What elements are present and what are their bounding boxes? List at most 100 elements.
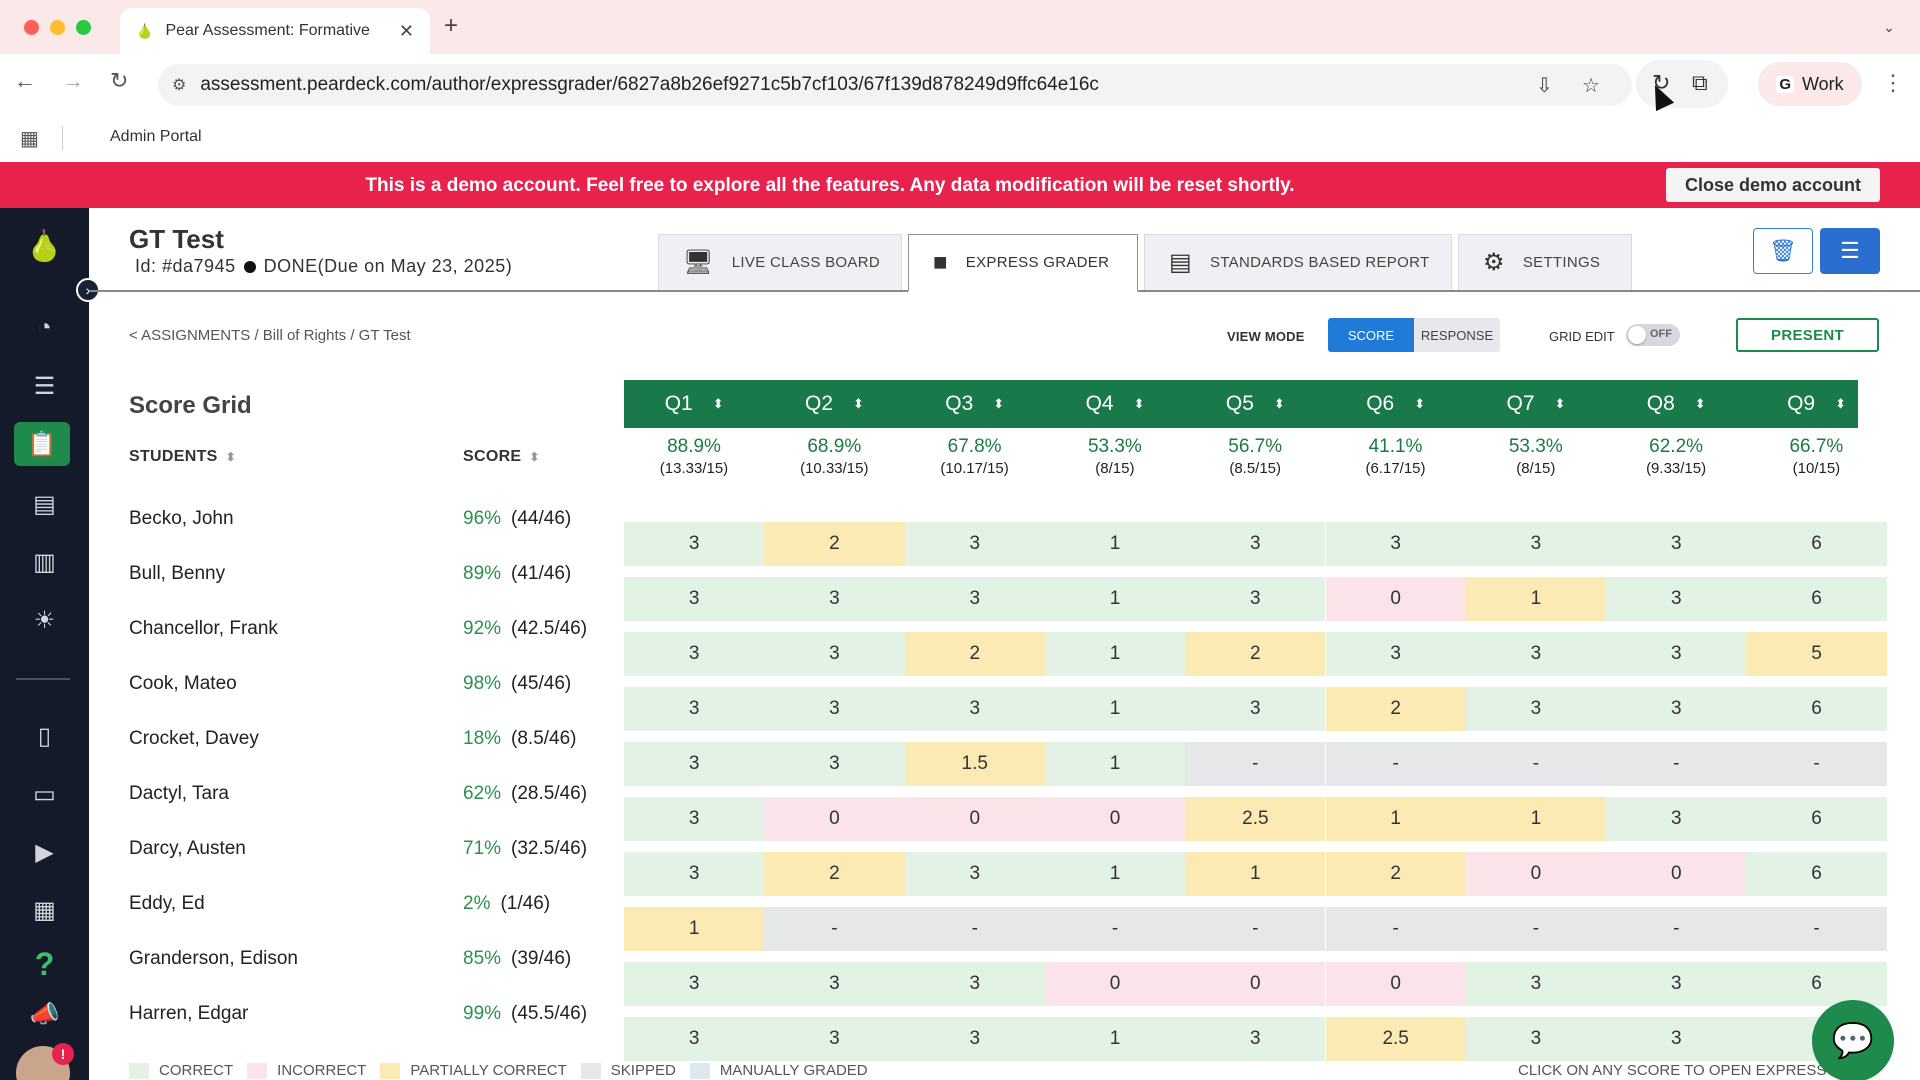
question-header-q9[interactable]: Q9 ⬍ <box>1746 380 1886 428</box>
score-column-header[interactable]: SCORE ⬍ <box>463 448 540 466</box>
question-stat: 67.8% (10.17/15) <box>905 436 1045 477</box>
delete-button[interactable]: 🗑 <box>1753 228 1813 274</box>
site-info-icon[interactable]: ⚙ <box>172 75 186 95</box>
score-cell[interactable]: 3 <box>904 1017 1045 1061</box>
back-icon[interactable]: ← <box>14 68 36 94</box>
profile-button[interactable]: G Work <box>1758 62 1862 106</box>
student-name[interactable]: Eddy, Ed <box>129 893 205 915</box>
install-app-icon[interactable]: ⇩ <box>1536 73 1553 98</box>
question-stat: 41.1% (6.17/15) <box>1326 436 1466 477</box>
forward-icon[interactable]: → <box>62 68 84 94</box>
legend-label: INCORRECT <box>277 1062 367 1079</box>
question-label: Q5 <box>1225 392 1254 415</box>
grid-edit-label: GRID EDIT <box>1549 329 1615 344</box>
student-name[interactable]: Harren, Edgar <box>129 1003 248 1025</box>
sort-icon[interactable]: ⬍ <box>226 450 236 464</box>
score-cell[interactable]: 3 <box>1606 1017 1747 1061</box>
maximize-window-button[interactable] <box>76 20 91 35</box>
hamburger-icon: ☰ <box>1840 238 1860 263</box>
question-header-q7[interactable]: Q7 ⬍ <box>1466 380 1606 428</box>
sort-icon[interactable]: ⬍ <box>1414 396 1425 412</box>
score-cell[interactable]: 2.5 <box>1325 1017 1466 1061</box>
browser-menu-icon[interactable]: ⋮ <box>1882 70 1904 96</box>
sort-icon[interactable]: ⬍ <box>713 396 724 412</box>
question-label: Q8 <box>1646 392 1675 415</box>
puzzle-extensions-icon[interactable]: ⧉ <box>1692 70 1708 96</box>
students-column-header[interactable]: STUDENTS ⬍ <box>129 448 236 466</box>
score-cell[interactable]: 1 <box>1044 1017 1186 1061</box>
question-header-q8[interactable]: Q8 ⬍ <box>1606 380 1746 428</box>
question-percent: 67.8% <box>947 436 1002 457</box>
question-header-q4[interactable]: Q4 ⬍ <box>1045 380 1185 428</box>
close-demo-account-button[interactable]: Close demo account <box>1666 168 1880 202</box>
sort-icon[interactable]: ⬍ <box>1134 396 1145 412</box>
table-row: Bull, Benny 89% (41/46) 3 3 3 1 3 0 1 3 6 <box>0 555 1920 621</box>
present-button[interactable]: PRESENT <box>1736 318 1879 352</box>
status-dot-icon <box>243 260 256 273</box>
sort-icon[interactable]: ⬍ <box>853 396 864 412</box>
minimize-window-button[interactable] <box>50 20 65 35</box>
address-bar[interactable]: ⚙ assessment.peardeck.com/author/express… <box>158 64 1632 106</box>
student-score: 71% (32.5/46) <box>463 838 587 860</box>
student-score: 99% (45.5/46) <box>463 1003 587 1025</box>
student-name[interactable]: Crocket, Davey <box>129 728 259 750</box>
score-cell[interactable]: 3 <box>764 1017 905 1061</box>
tab-label: SETTINGS <box>1522 254 1601 271</box>
tab-search-icon[interactable]: ⌄ <box>1874 12 1904 42</box>
question-header-q5[interactable]: Q5 ⬍ <box>1185 380 1325 428</box>
tab-settings[interactable]: ⚙ SETTINGS <box>1458 234 1632 290</box>
legend-item: MANUALLY GRADED <box>689 1062 868 1080</box>
list-icon[interactable]: ☰ <box>0 362 89 410</box>
student-name[interactable]: Granderson, Edison <box>129 948 298 970</box>
sort-icon[interactable]: ⬍ <box>993 396 1004 412</box>
bookmark-star-icon[interactable]: ☆ <box>1582 73 1600 98</box>
sort-icon[interactable]: ⬍ <box>529 450 539 464</box>
chat-button[interactable]: 💬 <box>1812 1000 1894 1080</box>
dashboard-icon[interactable]: ◔ <box>0 304 89 352</box>
assignments-icon[interactable]: 📋 <box>14 422 70 466</box>
grid-edit-toggle[interactable]: OFF <box>1626 324 1680 346</box>
legend-item: CORRECT <box>129 1062 233 1080</box>
score-cell[interactable]: 3 <box>1465 1017 1607 1061</box>
student-name[interactable]: Darcy, Austen <box>129 838 246 860</box>
question-fraction: (6.17/15) <box>1365 460 1426 477</box>
close-window-button[interactable] <box>24 20 39 35</box>
view-mode-score-button[interactable]: SCORE <box>1328 318 1414 352</box>
question-label: Q6 <box>1366 392 1395 415</box>
view-mode-response-button[interactable]: RESPONSE <box>1414 318 1500 352</box>
close-tab-icon[interactable]: ✕ <box>399 21 414 42</box>
pear-logo-icon[interactable]: 🍐 <box>0 222 89 270</box>
question-label: Q9 <box>1787 392 1816 415</box>
question-percent: 53.3% <box>1087 436 1142 457</box>
question-header-q3[interactable]: Q3 ⬍ <box>905 380 1045 428</box>
profile-label: Work <box>1802 73 1844 94</box>
score-cell[interactable]: 3 <box>1185 1017 1326 1061</box>
tab-live-class-board[interactable]: 🖥 LIVE CLASS BOARD <box>658 234 902 290</box>
sort-icon[interactable]: ⬍ <box>1555 396 1566 412</box>
browser-tab[interactable]: 🍐 Pear Assessment: Formative ✕ <box>120 8 430 54</box>
score-cell[interactable]: 3 <box>624 1017 765 1061</box>
question-label: Q3 <box>945 392 974 415</box>
question-stat: 56.7% (8.5/15) <box>1185 436 1325 477</box>
sort-icon[interactable]: ⬍ <box>1274 396 1285 412</box>
bookmark-admin-portal[interactable]: Admin Portal <box>110 128 202 146</box>
breadcrumb[interactable]: < ASSIGNMENTS / Bill of Rights / GT Test <box>129 327 411 344</box>
question-header-q1[interactable]: Q1 ⬍ <box>624 380 764 428</box>
student-name[interactable]: Dactyl, Tara <box>129 783 229 805</box>
student-name[interactable]: Chancellor, Frank <box>129 618 278 640</box>
menu-button[interactable]: ☰ <box>1820 228 1880 274</box>
question-header-q6[interactable]: Q6 ⬍ <box>1326 380 1466 428</box>
new-tab-icon[interactable]: + <box>444 12 458 40</box>
student-name[interactable]: Bull, Benny <box>129 563 225 585</box>
view-mode-label: VIEW MODE <box>1227 329 1305 344</box>
reload-icon[interactable]: ↻ <box>110 68 128 94</box>
apps-grid-icon[interactable]: ▦ <box>20 126 39 151</box>
tab-standards-based-report[interactable]: ▤ STANDARDS BASED REPORT <box>1144 234 1452 290</box>
student-name[interactable]: Becko, John <box>129 508 234 530</box>
student-name[interactable]: Cook, Mateo <box>129 673 237 695</box>
sort-icon[interactable]: ⬍ <box>1695 396 1706 412</box>
sort-icon[interactable]: ⬍ <box>1835 396 1846 412</box>
question-header-q2[interactable]: Q2 ⬍ <box>764 380 904 428</box>
legend-label: SKIPPED <box>610 1062 676 1079</box>
tab-express-grader[interactable]: ■ EXPRESS GRADER <box>908 234 1138 292</box>
